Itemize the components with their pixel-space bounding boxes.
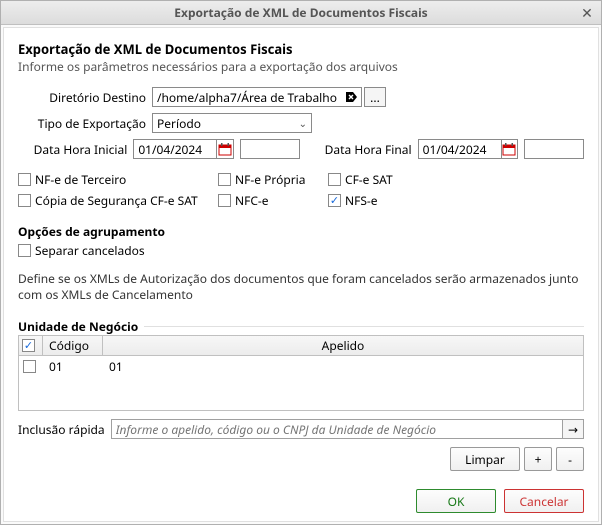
end-time-input[interactable] xyxy=(524,139,584,159)
row-code: 01 xyxy=(43,358,103,375)
titlebar: Exportação de XML de Documentos Fiscais … xyxy=(1,1,601,25)
end-date-label: Data Hora Final xyxy=(318,141,412,158)
separar-cancelados-checkbox[interactable] xyxy=(18,244,31,257)
nfe-terceiro-label: NF-e de Terceiro xyxy=(35,171,126,188)
th-code[interactable]: Código xyxy=(43,336,103,355)
type-label: Tipo de Exportação xyxy=(18,115,146,132)
nfse-label: NFS-e xyxy=(345,192,378,209)
quick-go-button[interactable]: → xyxy=(562,419,584,439)
page-subtitle: Informe os parâmetros necessários para a… xyxy=(18,58,584,75)
unit-fieldset: Unidade de Negócio Código Apelido 01 01 … xyxy=(18,326,584,471)
type-value: Período xyxy=(157,115,201,132)
row-apelido: 01 xyxy=(103,358,583,375)
clear-icon[interactable] xyxy=(343,89,359,105)
dialog-window: Exportação de XML de Documentos Fiscais … xyxy=(0,0,602,525)
content-area: Exportação de XML de Documentos Fiscais … xyxy=(3,27,599,522)
start-time-input[interactable] xyxy=(240,139,300,159)
nfse-checkbox[interactable] xyxy=(328,194,341,207)
quick-label: Inclusão rápida xyxy=(18,421,105,438)
nfe-propria-checkbox[interactable] xyxy=(218,173,231,186)
copia-cfe-checkbox[interactable] xyxy=(18,194,31,207)
unit-table: Código Apelido 01 01 xyxy=(18,335,584,411)
start-date-input[interactable] xyxy=(133,139,217,159)
dir-input[interactable] xyxy=(152,87,362,107)
start-date-label: Data Hora Inicial xyxy=(18,141,127,158)
type-select[interactable]: Período ⌄ xyxy=(152,113,312,133)
group-description: Define se os XMLs de Autorização dos doc… xyxy=(18,271,584,302)
add-button[interactable]: + xyxy=(524,447,552,471)
end-date-input[interactable] xyxy=(418,139,502,159)
dir-label: Diretório Destino xyxy=(18,89,146,106)
chevron-down-icon: ⌄ xyxy=(299,116,307,130)
browse-button[interactable]: ... xyxy=(364,87,386,107)
table-body: 01 01 xyxy=(19,356,583,410)
nfce-label: NFC-e xyxy=(235,192,269,209)
select-all-checkbox[interactable] xyxy=(22,339,35,352)
calendar-icon xyxy=(218,142,232,156)
cfe-sat-checkbox[interactable] xyxy=(328,173,341,186)
page-title: Exportação de XML de Documentos Fiscais xyxy=(18,40,584,58)
calendar-icon xyxy=(502,142,516,156)
cfe-sat-label: CF-e SAT xyxy=(345,171,393,188)
row-checkbox[interactable] xyxy=(23,360,36,373)
close-icon[interactable]: ✕ xyxy=(579,5,595,21)
nfce-checkbox[interactable] xyxy=(218,194,231,207)
arrow-right-icon: → xyxy=(568,421,578,438)
cancel-button[interactable]: Cancelar xyxy=(504,489,584,513)
window-title: Exportação de XML de Documentos Fiscais xyxy=(174,4,427,21)
unit-title: Unidade de Negócio xyxy=(18,318,144,335)
dialog-footer: OK Cancelar xyxy=(18,479,584,513)
limpar-button[interactable]: Limpar xyxy=(450,447,520,471)
start-calendar-button[interactable] xyxy=(216,139,233,159)
table-row[interactable]: 01 01 xyxy=(19,356,583,376)
table-header: Código Apelido xyxy=(19,336,583,356)
ok-button[interactable]: OK xyxy=(416,489,496,513)
group-title: Opções de agrupamento xyxy=(18,223,584,240)
nfe-propria-label: NF-e Própria xyxy=(235,171,306,188)
doc-type-checks: NF-e de Terceiro NF-e Própria CF-e SAT C… xyxy=(18,171,584,213)
separar-cancelados-label: Separar cancelados xyxy=(35,242,145,259)
copia-cfe-label: Cópia de Segurança CF-e SAT xyxy=(35,192,198,209)
remove-button[interactable]: - xyxy=(556,447,584,471)
quick-include-input[interactable] xyxy=(111,419,563,439)
end-calendar-button[interactable] xyxy=(501,139,518,159)
th-apelido[interactable]: Apelido xyxy=(103,336,583,355)
nfe-terceiro-checkbox[interactable] xyxy=(18,173,31,186)
